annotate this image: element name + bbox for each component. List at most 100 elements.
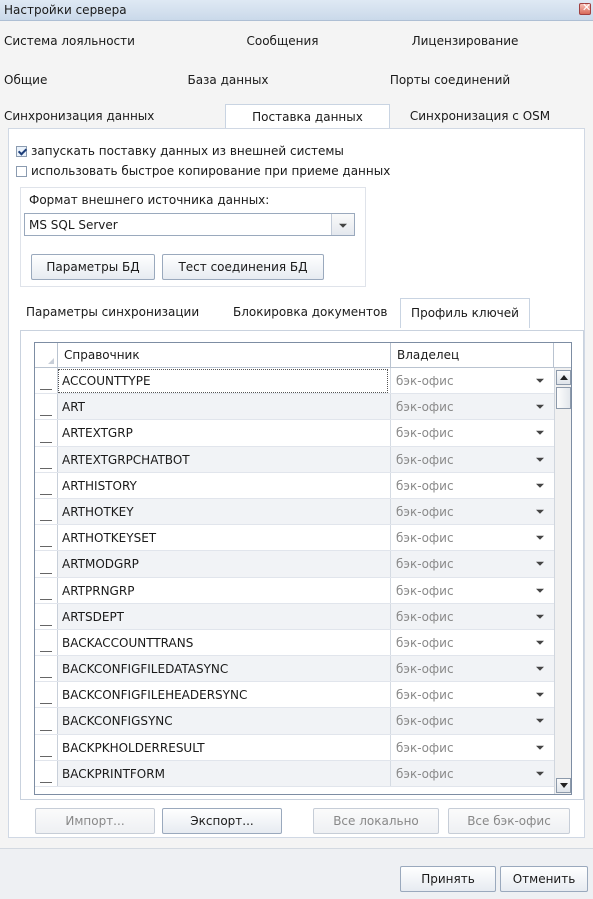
row-header[interactable] bbox=[35, 603, 58, 629]
column-header-directory[interactable]: Справочник bbox=[64, 348, 140, 362]
table-row[interactable]: ARTHOTKEY бэк-офис bbox=[35, 498, 554, 526]
owner-cell[interactable]: бэк-офис bbox=[396, 479, 454, 493]
owner-dropdown[interactable] bbox=[533, 740, 547, 754]
subtab-sync-params[interactable]: Параметры синхронизации bbox=[26, 298, 211, 328]
table-row[interactable]: ARTPRNGRP бэк-офис bbox=[35, 577, 554, 604]
owner-cell[interactable]: бэк-офис bbox=[396, 400, 454, 414]
tab-messages[interactable]: Сообщения bbox=[220, 29, 345, 53]
subtab-doc-lock[interactable]: Блокировка документов bbox=[233, 298, 388, 328]
subtab-key-profile[interactable]: Профиль ключей bbox=[400, 298, 530, 328]
directory-cell[interactable]: BACKPKHOLDERRESULT bbox=[62, 741, 205, 755]
tab-licensing[interactable]: Лицензирование bbox=[395, 29, 535, 53]
owner-cell[interactable]: бэк-офис bbox=[396, 741, 454, 755]
tab-data-sync[interactable]: Синхронизация данных bbox=[4, 104, 179, 128]
column-divider[interactable] bbox=[553, 343, 554, 367]
directory-cell[interactable]: BACKCONFIGSYNC bbox=[62, 714, 173, 728]
table-row[interactable]: ARTEXTGRP бэк-офис bbox=[35, 420, 554, 447]
row-header[interactable] bbox=[35, 525, 58, 551]
scroll-thumb[interactable] bbox=[556, 387, 571, 409]
all-local-button[interactable]: Все локально bbox=[313, 808, 439, 834]
owner-dropdown[interactable] bbox=[533, 609, 547, 623]
tab-ports[interactable]: Порты соединений bbox=[375, 68, 525, 92]
row-header[interactable] bbox=[35, 368, 58, 394]
directory-cell[interactable]: ARTHISTORY bbox=[62, 479, 137, 493]
column-header-owner[interactable]: Владелец bbox=[397, 348, 459, 362]
table-row[interactable]: ARTEXTGRPCHATBOT бэк-офис bbox=[35, 446, 554, 473]
row-header[interactable] bbox=[35, 420, 58, 446]
owner-dropdown[interactable] bbox=[533, 530, 547, 544]
row-header[interactable] bbox=[35, 498, 58, 525]
table-row[interactable]: ARTHISTORY бэк-офис bbox=[35, 472, 554, 499]
cancel-button[interactable]: Отменить bbox=[500, 866, 588, 892]
table-row[interactable]: BACKPKHOLDERRESULT бэк-офис bbox=[35, 734, 554, 761]
row-header[interactable] bbox=[35, 551, 58, 577]
owner-cell[interactable]: бэк-офис bbox=[396, 610, 454, 624]
owner-dropdown[interactable] bbox=[533, 661, 547, 675]
table-row[interactable]: BACKCONFIGSYNC бэк-офис bbox=[35, 708, 554, 735]
db-params-button[interactable]: Параметры БД bbox=[31, 254, 155, 280]
owner-cell[interactable]: бэк-офис bbox=[396, 557, 454, 571]
row-header[interactable] bbox=[35, 446, 58, 472]
column-divider[interactable] bbox=[390, 343, 391, 367]
row-header[interactable] bbox=[35, 472, 58, 498]
owner-cell[interactable]: бэк-офис bbox=[396, 505, 454, 519]
accept-button[interactable]: Принять bbox=[400, 866, 496, 892]
table-row[interactable]: ACCOUNTTYPE бэк-офис bbox=[35, 368, 554, 395]
dropdown-button[interactable] bbox=[331, 214, 354, 235]
owner-dropdown[interactable] bbox=[533, 452, 547, 466]
owner-dropdown[interactable] bbox=[533, 687, 547, 701]
tab-data-supply[interactable]: Поставка данных bbox=[225, 104, 390, 128]
owner-cell[interactable]: бэк-офис bbox=[396, 662, 454, 676]
export-button[interactable]: Экспорт... bbox=[162, 808, 282, 834]
owner-cell[interactable]: бэк-офис bbox=[396, 767, 454, 781]
scroll-up-button[interactable] bbox=[556, 370, 571, 385]
owner-dropdown[interactable] bbox=[533, 556, 547, 570]
all-backoffice-button[interactable]: Все бэк-офис bbox=[448, 808, 570, 834]
owner-dropdown[interactable] bbox=[533, 713, 547, 727]
owner-dropdown[interactable] bbox=[533, 504, 547, 518]
close-button[interactable]: ✕ bbox=[579, 1, 591, 15]
tab-osm-sync[interactable]: Синхронизация с OSM bbox=[400, 104, 560, 128]
directory-cell[interactable]: ART bbox=[62, 400, 85, 414]
directory-cell[interactable]: BACKCONFIGFILEDATASYNC bbox=[62, 662, 228, 676]
owner-dropdown[interactable] bbox=[533, 399, 547, 413]
directory-cell[interactable]: ARTEXTGRP bbox=[62, 426, 133, 440]
tab-database[interactable]: База данных bbox=[178, 68, 278, 92]
row-header[interactable] bbox=[35, 394, 58, 420]
directory-cell[interactable]: ARTPRNGRP bbox=[62, 584, 134, 598]
directory-cell[interactable]: ARTEXTGRPCHATBOT bbox=[62, 453, 190, 467]
table-row[interactable]: ARTHOTKEYSET бэк-офис bbox=[35, 525, 554, 552]
directory-cell[interactable]: BACKCONFIGFILEHEADERSYNC bbox=[62, 688, 247, 702]
db-test-connection-button[interactable]: Тест соединения БД bbox=[162, 254, 324, 280]
directory-cell[interactable]: ACCOUNTTYPE bbox=[62, 374, 151, 388]
table-row[interactable]: BACKCONFIGFILEHEADERSYNC бэк-офис bbox=[35, 682, 554, 709]
row-header[interactable] bbox=[35, 682, 58, 708]
owner-dropdown[interactable] bbox=[533, 766, 547, 780]
row-header[interactable] bbox=[35, 760, 58, 786]
table-row[interactable]: BACKPRINTFORM бэк-офис bbox=[35, 760, 554, 787]
owner-cell[interactable]: бэк-офис bbox=[396, 714, 454, 728]
source-format-select[interactable]: MS SQL Server bbox=[24, 213, 355, 236]
row-header[interactable] bbox=[35, 656, 58, 682]
row-header[interactable] bbox=[35, 708, 58, 734]
owner-dropdown[interactable] bbox=[533, 478, 547, 492]
directory-cell[interactable]: BACKACCOUNTTRANS bbox=[62, 636, 193, 650]
table-row[interactable]: ART бэк-офис bbox=[35, 394, 554, 421]
owner-cell[interactable]: бэк-офис bbox=[396, 531, 454, 545]
tab-loyalty[interactable]: Система лояльности bbox=[4, 29, 164, 53]
select-all-corner[interactable] bbox=[35, 343, 58, 367]
directory-cell[interactable]: ARTSDEPT bbox=[62, 610, 124, 624]
table-row[interactable]: BACKACCOUNTTRANS бэк-офис bbox=[35, 629, 554, 657]
owner-dropdown[interactable] bbox=[533, 583, 547, 597]
directory-cell[interactable]: ARTMODGRP bbox=[62, 557, 139, 571]
owner-dropdown[interactable] bbox=[533, 635, 547, 649]
vertical-scrollbar[interactable] bbox=[554, 368, 571, 794]
directory-cell[interactable]: BACKPRINTFORM bbox=[62, 767, 165, 781]
table-row[interactable]: BACKCONFIGFILEDATASYNC бэк-офис bbox=[35, 656, 554, 683]
directory-cell[interactable]: ARTHOTKEY bbox=[62, 505, 134, 519]
tab-general[interactable]: Общие bbox=[4, 68, 64, 92]
row-header[interactable] bbox=[35, 734, 58, 760]
directory-cell[interactable]: ARTHOTKEYSET bbox=[62, 531, 156, 545]
import-button[interactable]: Импорт... bbox=[35, 808, 155, 834]
table-row[interactable]: ARTMODGRP бэк-офис bbox=[35, 551, 554, 578]
